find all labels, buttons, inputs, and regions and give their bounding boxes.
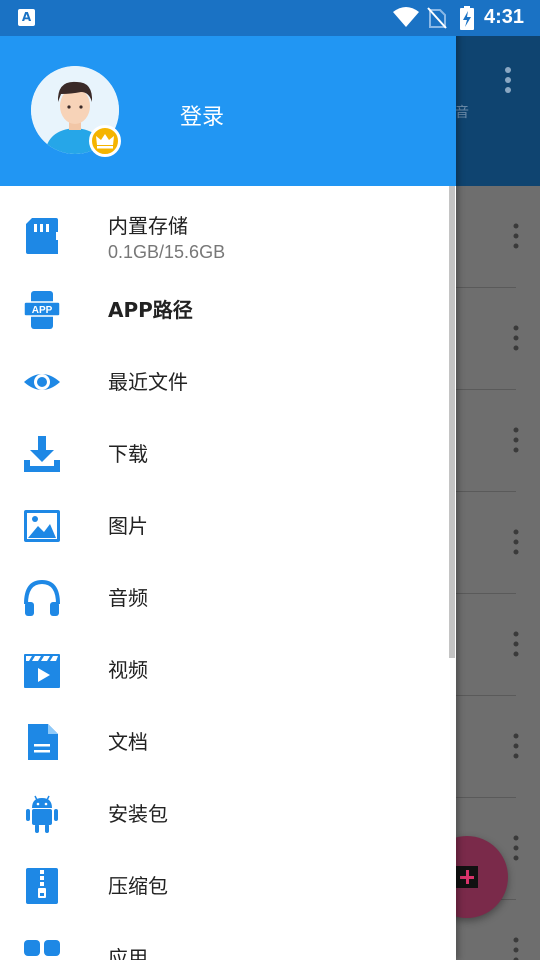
- drawer-scrollbar[interactable]: [449, 186, 455, 658]
- more-vert-icon[interactable]: [512, 528, 520, 556]
- eye-icon: [24, 374, 60, 390]
- menu-item-label: 应用: [108, 946, 148, 960]
- navigation-drawer: 登录 内置存储 0.1GB/15.6GB APP APP路径 最近文件 下载 图…: [0, 0, 456, 960]
- no-sim-icon: [427, 7, 447, 29]
- menu-item-label: 安装包: [108, 802, 168, 826]
- menu-item-audio[interactable]: 音频: [0, 560, 449, 632]
- crown-icon: [89, 125, 121, 157]
- menu-item-images[interactable]: 图片: [0, 488, 449, 560]
- background-toolbar-text: 音: [455, 105, 469, 121]
- download-icon: [24, 436, 60, 472]
- menu-item-label: 内置存储: [108, 214, 188, 238]
- menu-item-label: 图片: [108, 514, 148, 538]
- menu-item-label: 文档: [108, 730, 148, 754]
- plus-icon: [456, 866, 478, 888]
- more-vert-icon[interactable]: [504, 66, 512, 94]
- video-icon: [24, 654, 60, 688]
- more-vert-icon[interactable]: [512, 936, 520, 960]
- storage-usage-text: 0.1GB/15.6GB: [108, 242, 226, 262]
- list-item[interactable]: [456, 186, 519, 288]
- menu-item-label: 最近文件: [108, 370, 188, 394]
- list-item[interactable]: [456, 594, 519, 696]
- app-phone-icon: APP: [23, 291, 61, 329]
- menu-item-label: 压缩包: [108, 874, 168, 898]
- more-vert-icon[interactable]: [512, 426, 520, 454]
- list-item[interactable]: [456, 288, 519, 390]
- zip-icon: [26, 868, 58, 904]
- menu-item-app-path[interactable]: APP APP路径: [0, 272, 449, 344]
- list-item[interactable]: [456, 390, 519, 492]
- document-icon: [28, 724, 58, 760]
- menu-item-video[interactable]: 视频: [0, 632, 449, 704]
- apps-icon: [24, 940, 60, 956]
- image-icon: [24, 510, 60, 542]
- more-vert-icon[interactable]: [512, 834, 520, 862]
- status-bar: A 4:31: [0, 0, 540, 36]
- menu-item-apk[interactable]: 安装包: [0, 776, 449, 848]
- menu-item-recent-files[interactable]: 最近文件: [0, 344, 449, 416]
- login-label[interactable]: 登录: [180, 99, 224, 131]
- list-item[interactable]: [456, 696, 519, 798]
- more-vert-icon[interactable]: [512, 732, 520, 760]
- drawer-header: 登录: [0, 36, 456, 186]
- android-icon: [26, 795, 58, 833]
- list-item[interactable]: [456, 492, 519, 594]
- menu-item-label: 视频: [108, 658, 148, 682]
- menu-item-documents[interactable]: 文档: [0, 704, 449, 776]
- more-vert-icon[interactable]: [512, 222, 520, 250]
- battery-charging-icon: [460, 6, 474, 30]
- font-a-icon: A: [18, 9, 35, 26]
- menu-item-label: APP路径: [108, 298, 193, 322]
- sd-card-icon: [26, 218, 58, 254]
- menu-item-internal-storage[interactable]: 内置存储 0.1GB/15.6GB: [0, 202, 449, 280]
- menu-item-archive[interactable]: 压缩包: [0, 848, 449, 920]
- svg-text:APP: APP: [32, 305, 53, 316]
- menu-item-apps[interactable]: 应用: [0, 920, 449, 960]
- menu-item-download[interactable]: 下载: [0, 416, 449, 488]
- more-vert-icon[interactable]: [512, 324, 520, 352]
- menu-item-label: 音频: [108, 586, 148, 610]
- menu-item-label: 下载: [108, 442, 148, 466]
- wifi-icon: [393, 7, 419, 27]
- more-vert-icon[interactable]: [512, 630, 520, 658]
- status-time: 4:31: [484, 6, 525, 28]
- headphones-icon: [24, 579, 60, 616]
